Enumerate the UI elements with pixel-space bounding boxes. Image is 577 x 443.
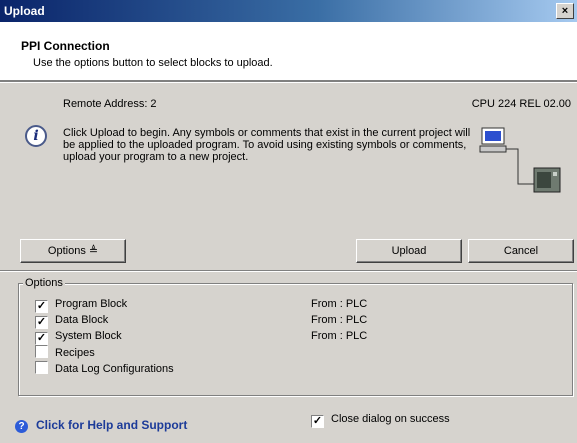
help-support-link[interactable]: ? Click for Help and Support: [15, 418, 187, 433]
data-block-label: Data Block: [55, 314, 109, 326]
options-group-label: Options: [23, 277, 65, 289]
program-block-label: Program Block: [55, 298, 128, 310]
page-title: PPI Connection: [21, 39, 110, 53]
option-system-block[interactable]: ✓ System Block: [35, 329, 122, 345]
info-message: Click Upload to begin. Any symbols or co…: [63, 127, 471, 163]
recipes-checkbox[interactable]: [35, 345, 48, 358]
program-block-source: From : PLC: [311, 298, 368, 310]
system-block-label: System Block: [55, 330, 122, 342]
program-block-checkbox[interactable]: ✓: [35, 300, 48, 313]
page-subtitle: Use the options button to select blocks …: [33, 57, 273, 69]
data-block-checkbox[interactable]: ✓: [35, 316, 48, 329]
recipes-label: Recipes: [55, 347, 95, 359]
window-title: Upload: [4, 4, 45, 18]
help-icon: ?: [15, 420, 28, 433]
data-log-configurations-checkbox[interactable]: [35, 361, 48, 374]
system-block-checkbox[interactable]: ✓: [35, 332, 48, 345]
option-program-block[interactable]: ✓ Program Block: [35, 297, 128, 313]
option-recipes[interactable]: Recipes: [35, 345, 95, 359]
option-data-block[interactable]: ✓ Data Block: [35, 313, 109, 329]
info-icon: i: [25, 125, 47, 147]
pc-plc-connection-icon: [479, 127, 561, 193]
upload-button[interactable]: Upload: [356, 239, 462, 263]
close-on-success-checkbox[interactable]: ✓: [311, 415, 324, 428]
close-on-success-label: Close dialog on success: [331, 413, 450, 425]
options-button[interactable]: Options ≜: [20, 239, 126, 263]
data-block-source: From : PLC: [311, 314, 368, 326]
cpu-version-text: CPU 224 REL 02.00: [471, 98, 571, 110]
cancel-button[interactable]: Cancel: [468, 239, 574, 263]
header-panel: PPI Connection Use the options button to…: [0, 22, 577, 81]
option-data-log-configurations[interactable]: Data Log Configurations: [35, 361, 174, 375]
system-block-source: From : PLC: [311, 330, 368, 342]
title-bar: Upload ×: [0, 0, 577, 22]
section-divider: [0, 270, 577, 272]
remote-address-text: Remote Address: 2: [63, 98, 157, 110]
close-on-success-option[interactable]: ✓ Close dialog on success: [311, 413, 450, 428]
header-divider: [0, 81, 577, 83]
close-icon[interactable]: ×: [556, 3, 574, 19]
data-log-configurations-label: Data Log Configurations: [55, 363, 174, 375]
help-support-label: Click for Help and Support: [36, 418, 188, 432]
